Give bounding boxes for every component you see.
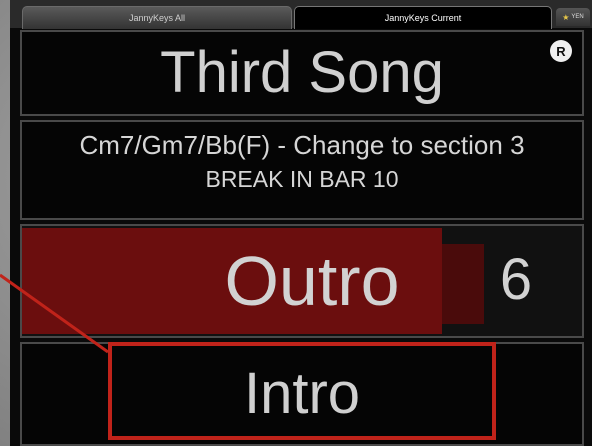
tab-jannykeys-all[interactable]: JannyKeys All <box>22 6 292 29</box>
callout-highlight <box>108 342 496 440</box>
current-section-name: Outro <box>224 242 400 320</box>
tab-extra[interactable]: ★ YEN <box>556 8 590 26</box>
tab-bar: JannyKeys All JannyKeys Current ★ YEN <box>10 0 592 29</box>
notes-line-1: Cm7/Gm7/Bb(F) - Change to section 3 <box>79 130 525 160</box>
song-title-panel: Third Song R <box>20 30 584 116</box>
tab-label: JannyKeys Current <box>384 13 462 23</box>
bar-count: 6 <box>499 247 533 312</box>
tab-jannykeys-current[interactable]: JannyKeys Current <box>294 6 552 29</box>
current-section-panel[interactable]: Outro 6 <box>20 224 584 338</box>
star-icon: ★ <box>562 12 570 22</box>
song-title: Third Song <box>160 40 444 105</box>
r-badge[interactable]: R <box>550 40 572 62</box>
notes-line-2: BREAK IN BAR 10 <box>205 166 399 192</box>
tab-label: JannyKeys All <box>128 13 186 23</box>
notes-panel: Cm7/Gm7/Bb(F) - Change to section 3 BREA… <box>20 120 584 220</box>
bar-indicator <box>442 244 484 324</box>
tab-extra-label: YEN <box>571 14 584 20</box>
